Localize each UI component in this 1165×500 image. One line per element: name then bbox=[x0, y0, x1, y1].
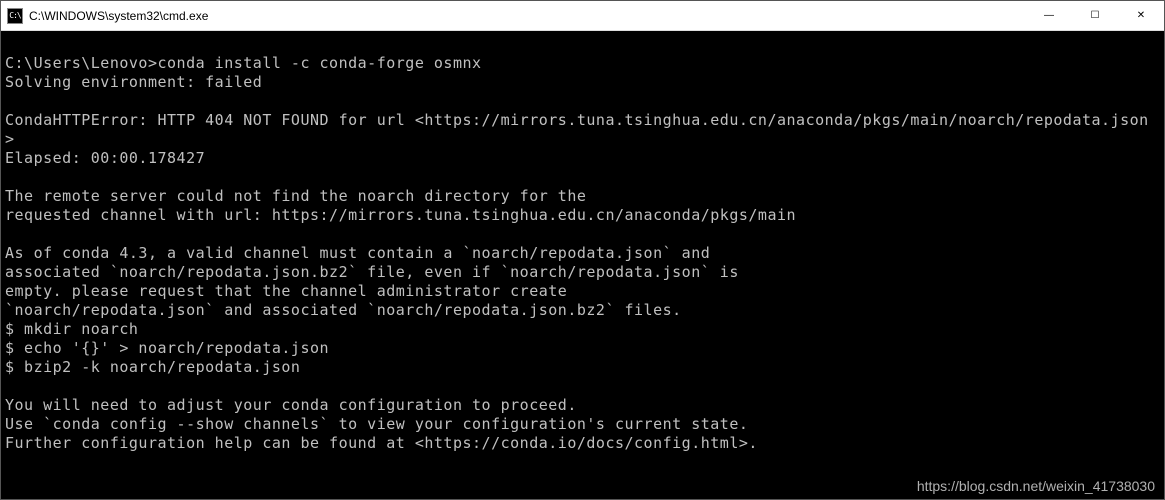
window-title: C:\WINDOWS\system32\cmd.exe bbox=[29, 9, 1026, 23]
cmd-icon: C:\ bbox=[7, 8, 23, 24]
watermark-text: https://blog.csdn.net/weixin_41738030 bbox=[917, 478, 1155, 494]
cmd-window: C:\ C:\WINDOWS\system32\cmd.exe — ☐ ✕ C:… bbox=[0, 0, 1165, 500]
minimize-button[interactable]: — bbox=[1026, 1, 1072, 30]
titlebar[interactable]: C:\ C:\WINDOWS\system32\cmd.exe — ☐ ✕ bbox=[1, 1, 1164, 31]
window-controls: — ☐ ✕ bbox=[1026, 1, 1164, 30]
close-button[interactable]: ✕ bbox=[1118, 1, 1164, 30]
terminal-output[interactable]: C:\Users\Lenovo>conda install -c conda-f… bbox=[1, 31, 1164, 499]
maximize-button[interactable]: ☐ bbox=[1072, 1, 1118, 30]
